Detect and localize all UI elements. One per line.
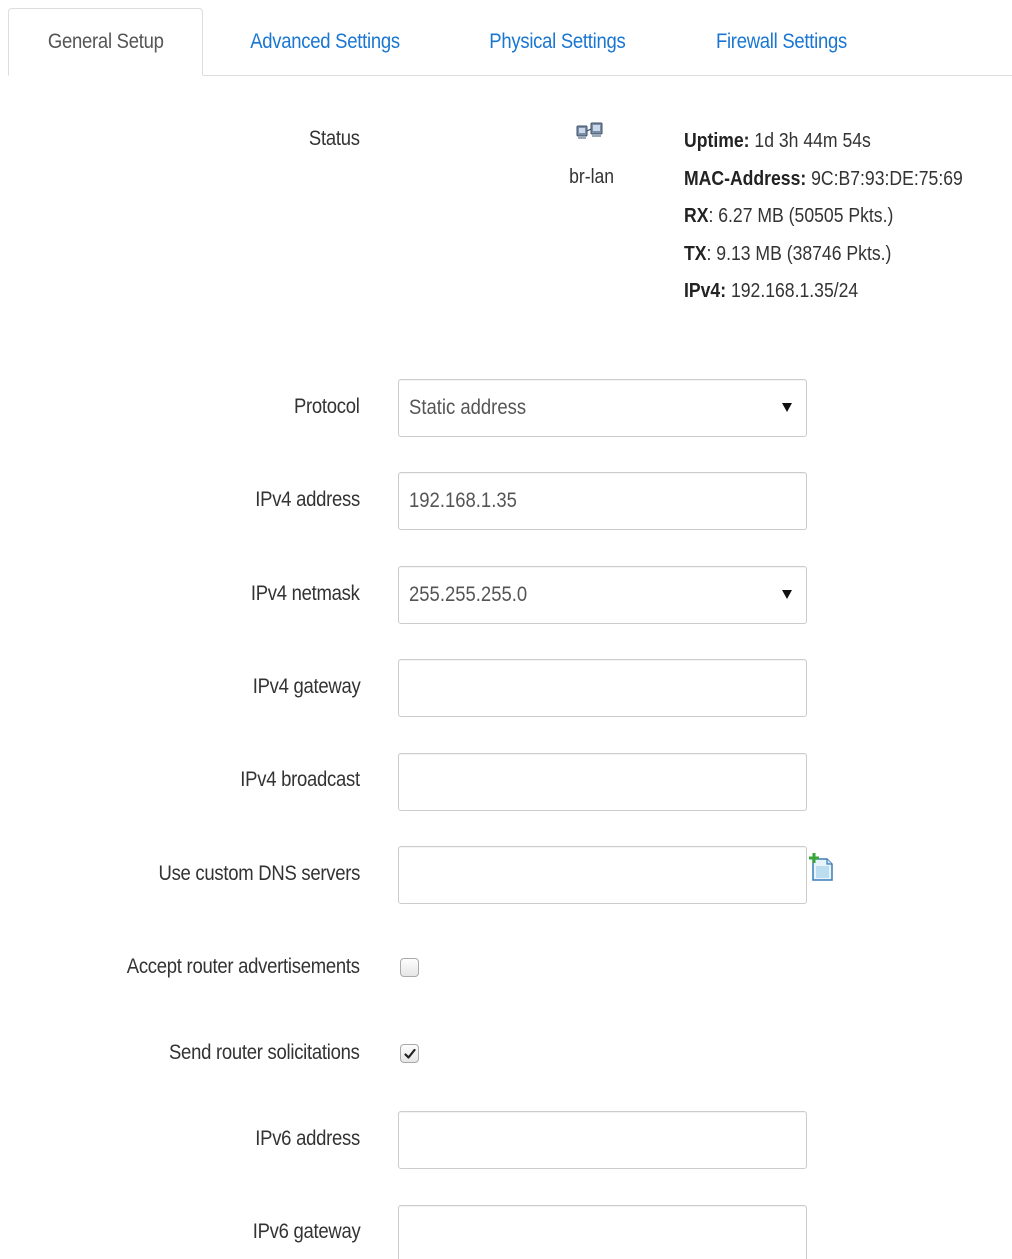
tx-row: TX: 9.13 MB (38746 Pkts.) — [684, 236, 963, 274]
rx-row: RX: 6.27 MB (50505 Pkts.) — [684, 198, 963, 236]
mac-key: MAC-Address: — [684, 167, 807, 190]
custom-dns-input[interactable] — [398, 846, 807, 904]
interface-status-details: Uptime: 1d 3h 44m 54s MAC-Address: 9C:B7… — [684, 123, 1001, 311]
tab-bar: General Setup Advanced Settings Physical… — [0, 0, 1012, 76]
ipv4-gateway-label: IPv4 gateway — [252, 675, 360, 698]
rx-value: : 6.27 MB (50505 Pkts.) — [708, 205, 894, 227]
network-bridge-icon — [576, 120, 606, 142]
status-label: Status — [309, 127, 360, 150]
tab-general-setup[interactable]: General Setup — [8, 8, 203, 76]
accept-ra-label: Accept router advertisements — [127, 955, 360, 978]
uptime-key: Uptime: — [684, 130, 750, 152]
rx-key: RX — [684, 205, 709, 227]
send-rs-checkbox[interactable] — [400, 1044, 419, 1063]
tab-general-setup-label: General Setup — [47, 30, 164, 53]
ipv6-address-input[interactable] — [398, 1111, 807, 1169]
mac-value: 9C:B7:93:DE:75:69 — [806, 167, 963, 190]
ipv6-gateway-input[interactable] — [398, 1205, 807, 1259]
accept-ra-checkbox[interactable] — [400, 958, 419, 977]
ipv4-broadcast-label: IPv4 broadcast — [240, 768, 360, 791]
protocol-value: Static address — [409, 396, 527, 419]
tab-advanced-settings-label: Advanced Settings — [250, 29, 400, 53]
checkmark-icon — [403, 1048, 416, 1059]
ipv4-address-label: IPv4 address — [255, 488, 360, 511]
ipv6-gateway-label: IPv6 gateway — [252, 1220, 360, 1243]
tx-key: TX — [684, 242, 707, 265]
ipv4-netmask-value: 255.255.255.0 — [409, 583, 528, 606]
add-entry-icon[interactable] — [808, 852, 836, 882]
interface-name: br-lan — [569, 166, 615, 188]
mac-row: MAC-Address: 9C:B7:93:DE:75:69 — [684, 161, 963, 199]
send-rs-label: Send router solicitations — [169, 1041, 360, 1064]
ipv4-key: IPv4: — [684, 280, 727, 302]
ipv4-broadcast-input[interactable] — [398, 753, 807, 811]
ipv4-gateway-input[interactable] — [398, 659, 807, 717]
tab-advanced-settings[interactable]: Advanced Settings — [212, 8, 438, 75]
ipv4-row: IPv4: 192.168.1.35/24 — [684, 273, 963, 311]
custom-dns-label: Use custom DNS servers — [158, 862, 360, 885]
ipv4-address-input[interactable]: 192.168.1.35 — [398, 472, 807, 530]
tab-firewall-settings[interactable]: Firewall Settings — [672, 8, 890, 75]
ipv4-netmask-select[interactable]: 255.255.255.0 — [398, 566, 807, 624]
uptime-value: 1d 3h 44m 54s — [749, 130, 871, 152]
ipv4-value: 192.168.1.35/24 — [726, 280, 859, 302]
tab-physical-settings-label: Physical Settings — [488, 29, 626, 53]
interface-settings-page: General Setup Advanced Settings Physical… — [0, 0, 1012, 1259]
tx-value: : 9.13 MB (38746 Pkts.) — [706, 242, 892, 265]
tab-physical-settings[interactable]: Physical Settings — [450, 8, 664, 75]
protocol-label: Protocol — [294, 395, 360, 418]
ipv6-address-label: IPv6 address — [255, 1127, 360, 1150]
tab-firewall-settings-label: Firewall Settings — [715, 29, 847, 53]
uptime-row: Uptime: 1d 3h 44m 54s — [684, 123, 963, 161]
chevron-down-icon — [782, 590, 792, 599]
protocol-select[interactable]: Static address — [398, 379, 807, 437]
ipv4-netmask-label: IPv4 netmask — [251, 582, 360, 605]
ipv4-address-value: 192.168.1.35 — [409, 489, 517, 512]
chevron-down-icon — [782, 403, 792, 412]
